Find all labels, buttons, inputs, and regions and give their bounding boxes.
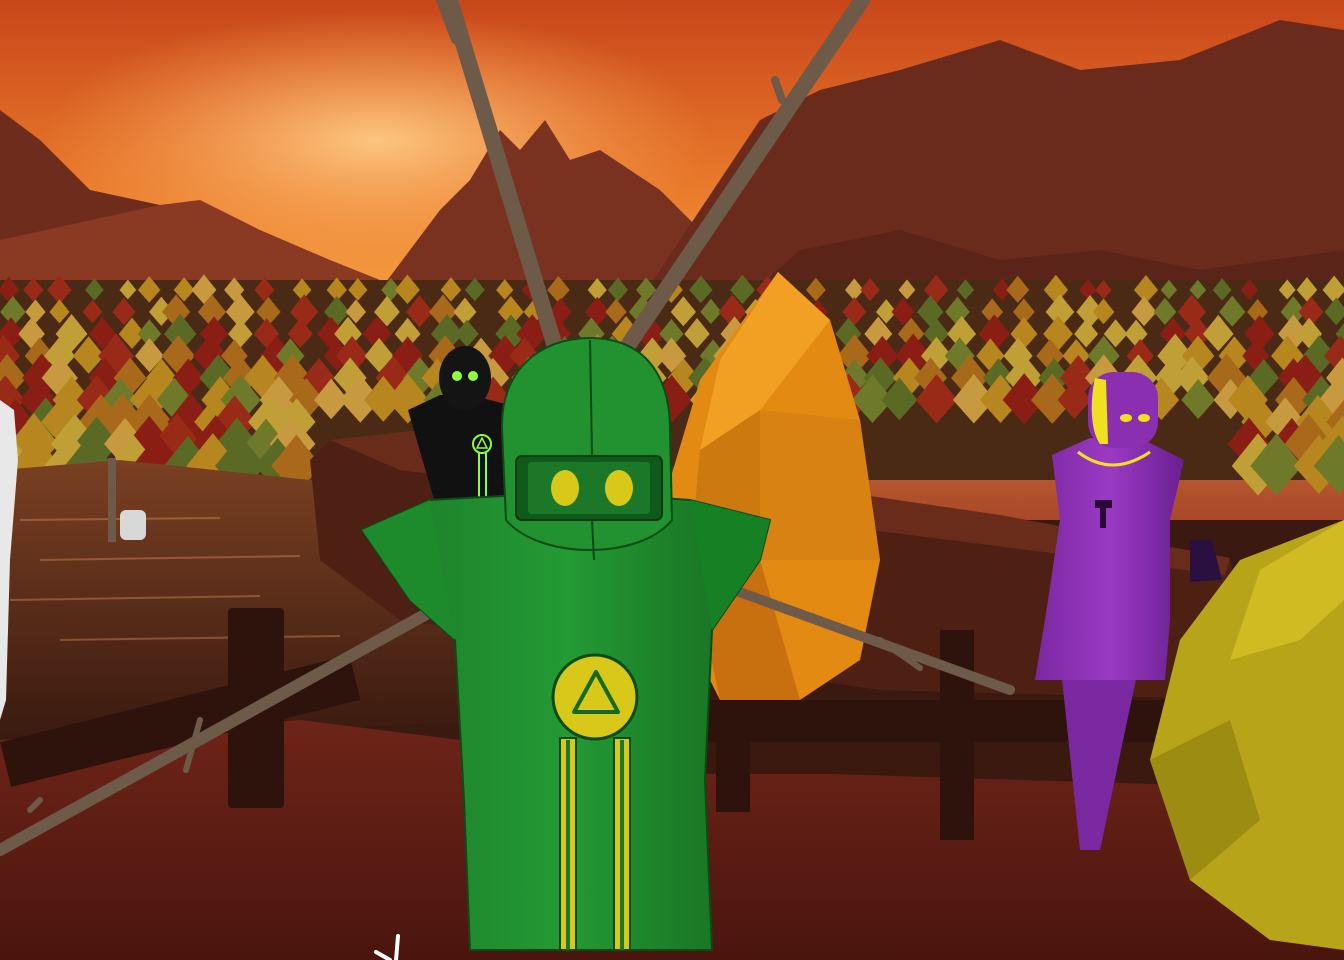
purple-floating-hand[interactable] (1190, 540, 1222, 582)
purple-avatar-eye-left (1120, 414, 1132, 422)
scene-canvas (0, 0, 1344, 960)
black-avatar-eye-left (452, 371, 462, 381)
black-avatar-eye-right (468, 371, 478, 381)
green-avatar-eye-right (605, 470, 633, 506)
game-viewport (0, 0, 1344, 960)
purple-avatar-eye-right (1138, 414, 1150, 422)
green-avatar-eye-left (551, 470, 579, 506)
